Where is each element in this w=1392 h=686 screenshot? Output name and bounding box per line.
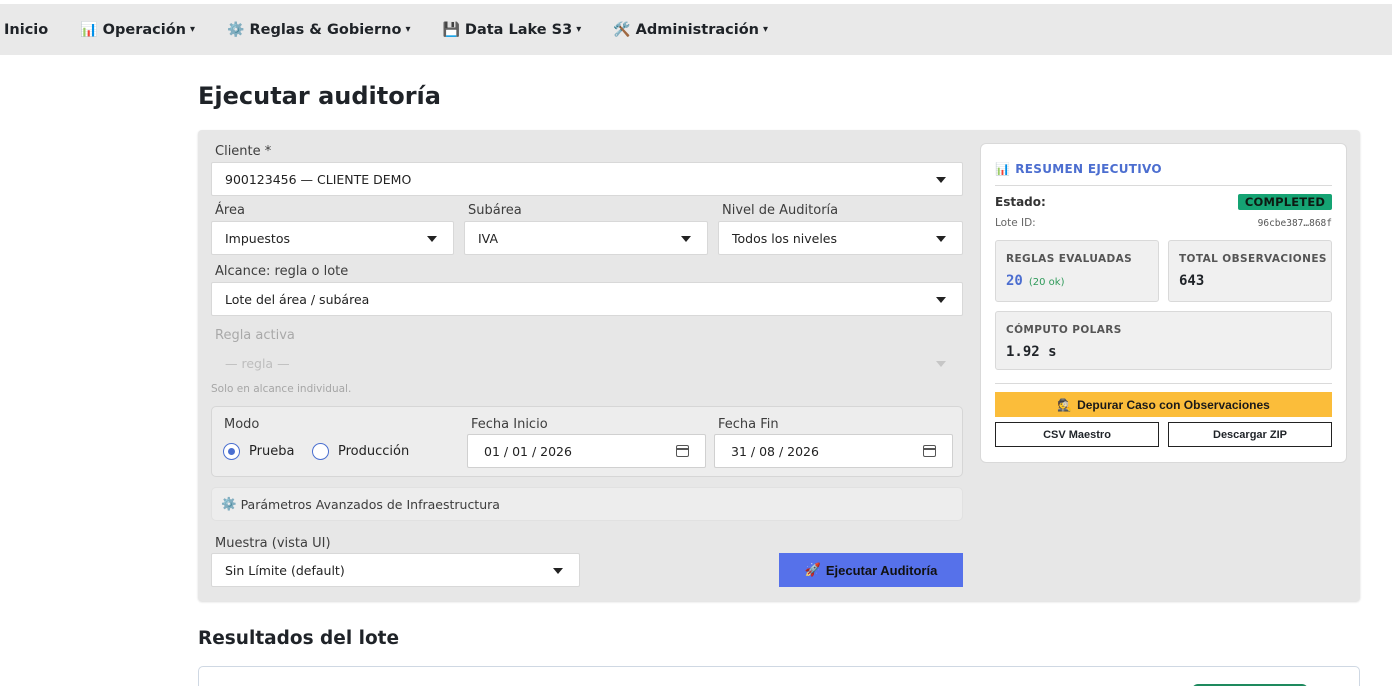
divider [995,185,1332,186]
floppy-disk-icon: 💾 [442,21,460,38]
nav-inicio[interactable]: Inicio [4,22,48,38]
subarea-value: IVA [478,230,498,246]
chevron-down-icon [936,236,946,242]
nav-administracion[interactable]: 🛠️ Administración ▾ [613,22,768,38]
fecha-fin-input[interactable]: 31 / 08 / 2026 [714,434,953,468]
debug-case-label: Depurar Caso con Observaciones [1077,397,1270,412]
cliente-label: Cliente * [215,144,272,159]
nav-inicio-label: Inicio [4,21,49,38]
nav-reglas-label: Reglas & Gobierno [249,21,402,38]
chevron-down-icon [427,236,437,242]
tools-icon: 🛠️ [613,21,631,38]
muestra-value: Sin Límite (default) [225,562,345,578]
results-container [198,666,1360,686]
muestra-select[interactable]: Sin Límite (default) [211,553,580,587]
fecha-inicio-value: 01 / 01 / 2026 [484,443,572,459]
lote-id-label: Lote ID: [995,217,1036,229]
regla-hint: Solo en alcance individual. [211,383,352,395]
radio-prueba[interactable] [223,443,240,460]
chevron-down-icon: ▾ [763,24,769,35]
audit-form-panel: Cliente * 900123456 — CLIENTE DEMO Área … [198,130,1360,601]
reglas-count: 20 [1006,273,1023,289]
fecha-inicio-input[interactable]: 01 / 01 / 2026 [467,434,706,468]
run-audit-button[interactable]: 🚀 Ejecutar Auditoría [779,553,963,587]
nav-administracion-label: Administración [635,21,759,38]
nav-reglas-gobierno[interactable]: ⚙️ Reglas & Gobierno ▾ [227,22,410,38]
area-label: Área [215,203,245,218]
debug-case-button[interactable]: 🕵️ Depurar Caso con Observaciones [995,392,1332,417]
nivel-select[interactable]: Todos los niveles [718,221,963,255]
nivel-label: Nivel de Auditoría [722,203,839,218]
alcance-select[interactable]: Lote del área / subárea [211,282,963,316]
advanced-params-label: Parámetros Avanzados de Infraestructura [240,496,500,512]
nav-operacion[interactable]: 📊 Operación ▾ [80,22,195,38]
alcance-label: Alcance: regla o lote [215,264,349,279]
fecha-fin-label: Fecha Fin [718,417,779,432]
metric-reglas-label: REGLAS EVALUADAS [1006,253,1133,265]
regla-label: Regla activa [215,328,295,343]
status-badge: COMPLETED [1238,194,1332,210]
radio-prueba-label[interactable]: Prueba [249,444,294,459]
run-audit-label: Ejecutar Auditoría [825,562,938,578]
rocket-icon: 🚀 [804,562,821,577]
summary-title-text: RESUMEN EJECUTIVO [1015,162,1162,176]
reglas-ok: (20 ok) [1028,277,1065,288]
metric-computo: CÓMPUTO POLARS 1.92 s [995,311,1332,370]
chevron-down-icon [681,236,691,242]
chevron-down-icon: ▾ [189,24,196,35]
muestra-label: Muestra (vista UI) [215,536,331,551]
chart-icon: 📊 [80,21,98,38]
chevron-down-icon [936,297,946,303]
calendar-icon[interactable] [676,445,689,457]
modo-label: Modo [224,417,260,432]
chevron-down-icon [936,177,946,183]
regla-select[interactable]: — regla — [211,346,963,380]
fecha-inicio-label: Fecha Inicio [471,417,548,432]
metric-reglas-value: 20 (20 ok) [1006,273,1064,289]
gear-icon: ⚙️ [221,496,237,511]
subarea-select[interactable]: IVA [464,221,708,255]
metric-computo-value: 1.92 s [1006,344,1057,360]
area-value: Impuestos [225,230,290,246]
chart-icon: 📊 [995,162,1011,176]
metric-observaciones-label: TOTAL OBSERVACIONES [1179,253,1327,265]
page-title: Ejecutar auditoría [198,82,441,110]
chevron-down-icon: ▾ [576,24,582,35]
results-title: Resultados del lote [198,628,400,649]
summary-card: 📊 RESUMEN EJECUTIVO Estado: COMPLETED Lo… [980,143,1347,463]
regla-value: — regla — [225,355,290,371]
nav-data-lake-label: Data Lake S3 [464,21,573,38]
advanced-params-toggle[interactable]: ⚙️ Parámetros Avanzados de Infraestructu… [211,487,963,521]
fecha-fin-value: 31 / 08 / 2026 [731,443,819,459]
alcance-value: Lote del área / subárea [225,291,370,307]
summary-title: 📊 RESUMEN EJECUTIVO [995,162,1162,176]
chevron-down-icon [553,568,563,574]
nivel-value: Todos los niveles [732,230,837,246]
lote-id-value: 96cbe387…868f [1257,218,1332,229]
chevron-down-icon [936,361,946,367]
metric-observaciones-value: 643 [1179,273,1205,289]
cliente-value: 900123456 — CLIENTE DEMO [225,171,412,187]
divider [995,383,1332,384]
radio-produccion-label[interactable]: Producción [338,444,409,459]
cliente-select[interactable]: 900123456 — CLIENTE DEMO [211,162,963,196]
gear-icon: ⚙️ [227,21,245,38]
area-select[interactable]: Impuestos [211,221,454,255]
radio-produccion[interactable] [312,443,329,460]
subarea-label: Subárea [468,203,522,218]
metric-reglas: REGLAS EVALUADAS 20 (20 ok) [995,240,1159,302]
calendar-icon[interactable] [923,445,936,457]
download-zip-button[interactable]: Descargar ZIP [1168,422,1332,447]
mode-date-box: Modo Prueba Producción Fecha Inicio 01 /… [211,406,963,477]
estado-label: Estado: [995,195,1046,209]
nav-data-lake[interactable]: 💾 Data Lake S3 ▾ [442,22,581,38]
metric-observaciones: TOTAL OBSERVACIONES 643 [1168,240,1332,302]
chevron-down-icon: ▾ [405,24,411,35]
csv-maestro-button[interactable]: CSV Maestro [995,422,1159,447]
metric-computo-label: CÓMPUTO POLARS [1006,324,1122,336]
nav-operacion-label: Operación [102,21,186,38]
detective-icon: 🕵️ [1057,397,1073,412]
top-navbar: Inicio 📊 Operación ▾ ⚙️ Reglas & Gobiern… [0,4,1392,55]
